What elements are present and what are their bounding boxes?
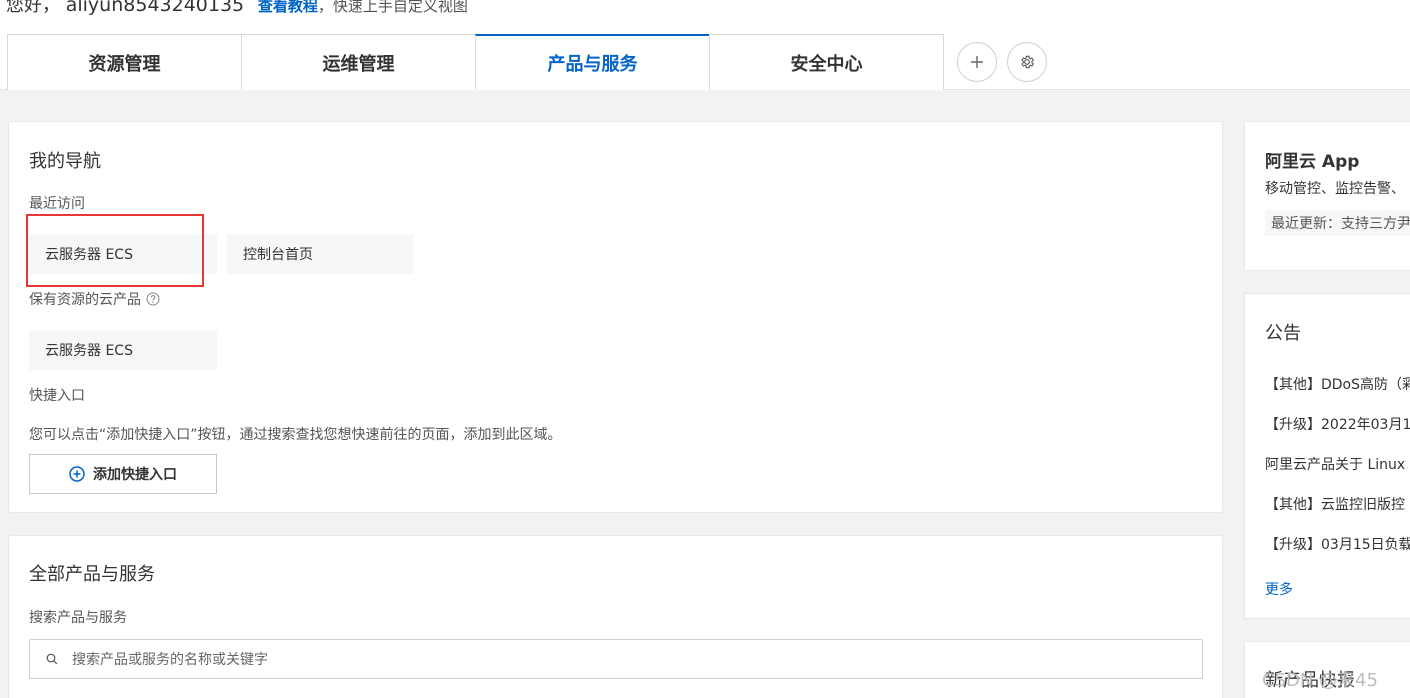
owned-label: 保有资源的云产品: [29, 292, 141, 308]
announcement-item[interactable]: 【升级】03月15日负载: [1265, 534, 1410, 554]
app-card: 阿里云 App 移动管控、监控告警、 最近更新：支持三方尹: [1244, 121, 1410, 271]
all-products-card: 全部产品与服务 搜索产品与服务 搜索产品或服务的名称或关键字: [8, 535, 1223, 698]
all-products-title: 全部产品与服务: [29, 564, 155, 585]
announcement-item[interactable]: 阿里云产品关于 Linux: [1265, 454, 1405, 474]
recent-item-console-home[interactable]: 控制台首页: [227, 234, 414, 274]
view-tabs: 资源管理 运维管理 产品与服务 安全中心: [7, 34, 944, 90]
tutorial-tail: ，快速上手自定义视图: [317, 0, 468, 15]
app-title: 阿里云 App: [1265, 152, 1360, 172]
tutorial-link[interactable]: 查看教程: [258, 0, 318, 15]
greeting: 您好， aliyun8543240135 查看教程，快速上手自定义视图: [6, 0, 468, 17]
my-nav-title: 我的导航: [29, 151, 101, 172]
my-nav-card: 我的导航 最近访问 云服务器 ECS 控制台首页 保有资源的云产品 云服务器 E…: [8, 121, 1223, 513]
add-shortcut-button[interactable]: 添加快捷入口: [29, 454, 217, 494]
help-icon[interactable]: [146, 292, 160, 306]
tab-ops-management[interactable]: 运维管理: [241, 34, 476, 90]
username: aliyun8543240135: [65, 0, 245, 16]
tab-resource-management[interactable]: 资源管理: [7, 34, 242, 90]
watermark: CSDN @来45: [1262, 670, 1378, 691]
product-search-input[interactable]: 搜索产品或服务的名称或关键字: [29, 639, 1203, 679]
shortcut-label: 快捷入口: [29, 388, 85, 404]
search-placeholder: 搜索产品或服务的名称或关键字: [72, 652, 268, 668]
highlight-box: [26, 214, 204, 287]
top-bar: 您好， aliyun8543240135 查看教程，快速上手自定义视图 资源管理…: [0, 0, 1410, 90]
recent-label: 最近访问: [29, 196, 85, 212]
announcement-title: 公告: [1265, 323, 1301, 344]
app-desc: 移动管控、监控告警、: [1265, 181, 1405, 197]
more-link[interactable]: 更多: [1265, 579, 1293, 599]
search-icon: [46, 653, 58, 665]
search-label: 搜索产品与服务: [29, 610, 127, 626]
plus-icon: [971, 56, 983, 68]
tab-products-services[interactable]: 产品与服务: [475, 34, 710, 90]
gear-icon: [1021, 55, 1035, 69]
announcement-card: 公告 【其他】DDoS高防（彩 【升级】2022年03月1 阿里云产品关于 Li…: [1244, 293, 1410, 619]
greeting-prefix: 您好，: [6, 0, 60, 16]
owned-label-row: 保有资源的云产品: [29, 289, 160, 309]
shortcut-hint: 您可以点击“添加快捷入口”按钮，通过搜索查找您想快速前往的页面，添加到此区域。: [29, 427, 562, 443]
add-shortcut-label: 添加快捷入口: [93, 467, 177, 483]
announcement-item[interactable]: 【升级】2022年03月1: [1265, 414, 1410, 434]
tab-security-center[interactable]: 安全中心: [709, 34, 944, 90]
announcement-item[interactable]: 【其他】云监控旧版控: [1265, 494, 1405, 514]
app-update: 最近更新：支持三方尹: [1265, 210, 1410, 236]
owned-item-ecs[interactable]: 云服务器 ECS: [29, 330, 217, 370]
add-tab-button[interactable]: [957, 42, 997, 82]
announcement-item[interactable]: 【其他】DDoS高防（彩: [1265, 374, 1410, 394]
plus-circle-icon: [69, 466, 85, 482]
settings-button[interactable]: [1007, 42, 1047, 82]
